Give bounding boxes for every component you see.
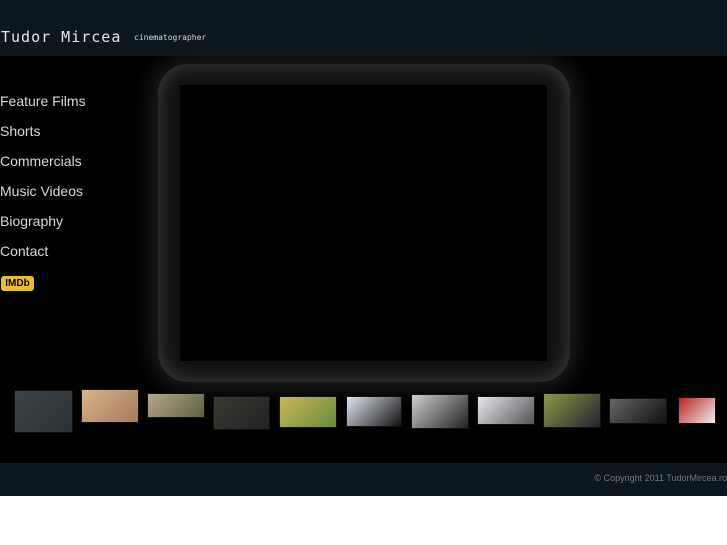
nav-biography[interactable]: Biography — [0, 213, 63, 229]
copyright-text: © Copyright 2011 TudorMircea.ro — [594, 473, 727, 483]
thumbnail[interactable] — [14, 390, 73, 433]
thumbnail[interactable] — [279, 396, 337, 428]
imdb-link[interactable]: IMDb — [1, 276, 34, 291]
main-area: Feature Films Shorts Commercials Music V… — [0, 56, 727, 463]
header: Tudor Mircea cinematographer — [0, 0, 727, 56]
thumbnail[interactable] — [346, 396, 402, 427]
nav-shorts[interactable]: Shorts — [0, 123, 40, 139]
nav-contact[interactable]: Contact — [0, 243, 48, 259]
site-title[interactable]: Tudor Mircea — [1, 28, 121, 46]
thumbnail[interactable] — [477, 396, 535, 425]
nav-commercials[interactable]: Commercials — [0, 153, 82, 169]
thumbnail[interactable] — [81, 389, 139, 423]
thumbnail[interactable] — [213, 396, 270, 430]
thumbnail[interactable] — [543, 393, 601, 428]
thumbnail[interactable] — [147, 393, 205, 418]
video-player[interactable] — [180, 85, 547, 361]
nav-music-videos[interactable]: Music Videos — [0, 183, 83, 199]
nav-feature-films[interactable]: Feature Films — [0, 93, 86, 109]
thumbnail[interactable] — [411, 394, 469, 429]
thumbnail[interactable] — [678, 397, 716, 424]
thumbnail[interactable] — [609, 398, 667, 424]
footer: © Copyright 2011 TudorMircea.ro — [0, 463, 727, 496]
site-subtitle: cinematographer — [134, 33, 207, 42]
